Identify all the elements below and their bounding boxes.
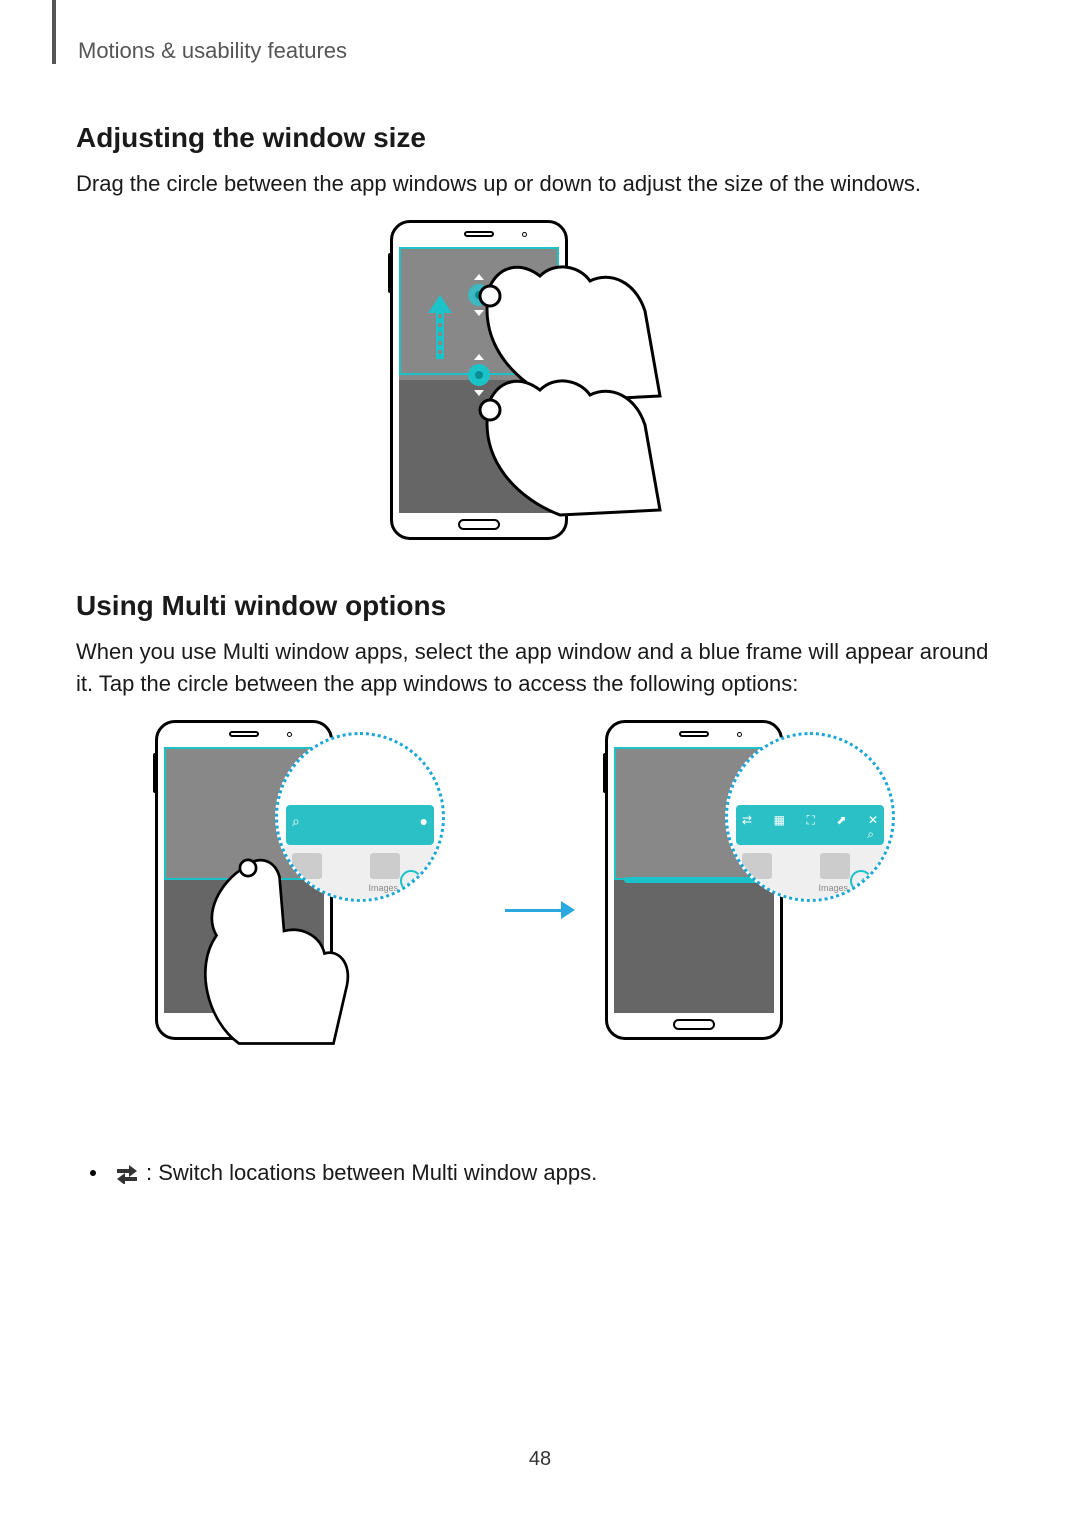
swap-location-icon	[114, 1162, 140, 1184]
heading-multi-window-options: Using Multi window options	[76, 590, 1004, 622]
maximize-icon: ⬈	[836, 813, 846, 828]
check-icon: ✓	[850, 870, 872, 892]
expand-icon: ⛶	[806, 813, 814, 828]
check-icon: ✓	[400, 870, 422, 892]
callout-label-files-2: files	[742, 883, 758, 893]
body-adjusting-window-size: Drag the circle between the app windows …	[76, 168, 1004, 200]
illustration-adjust-size	[76, 220, 1004, 540]
body-multi-window-options: When you use Multi window apps, select t…	[76, 636, 1004, 700]
page-number: 48	[0, 1448, 1080, 1471]
callout-label-images-2: Images	[818, 883, 848, 893]
list-item: : Switch locations between Multi window …	[76, 1160, 1004, 1186]
callout-zoom-left: ⌕● files Images ✓	[275, 732, 445, 902]
heading-adjusting-window-size: Adjusting the window size	[76, 122, 1004, 154]
callout-label-files: files	[292, 883, 308, 893]
swap-icon: ⇄	[742, 813, 752, 828]
bullet-icon	[90, 1170, 96, 1176]
search-icon: ⌕	[867, 827, 874, 842]
breadcrumb: Motions & usability features	[78, 38, 1004, 64]
callout-zoom-right: ⇄ ▦ ⛶ ⬈ ✕ ⌕ files Images ✓	[725, 732, 895, 902]
page-tab-decor	[52, 0, 56, 64]
search-icon: ⌕	[292, 813, 300, 830]
close-icon: ✕	[868, 813, 878, 828]
transition-arrow-icon	[505, 903, 575, 917]
callout-label-images: Images	[368, 883, 398, 893]
drag-up-arrow-icon	[433, 295, 447, 359]
bullet-text: : Switch locations between Multi window …	[146, 1160, 597, 1186]
drag-icon: ▦	[774, 813, 785, 828]
illustration-multi-window-options: ⌕● files Images ✓	[76, 720, 1004, 1100]
